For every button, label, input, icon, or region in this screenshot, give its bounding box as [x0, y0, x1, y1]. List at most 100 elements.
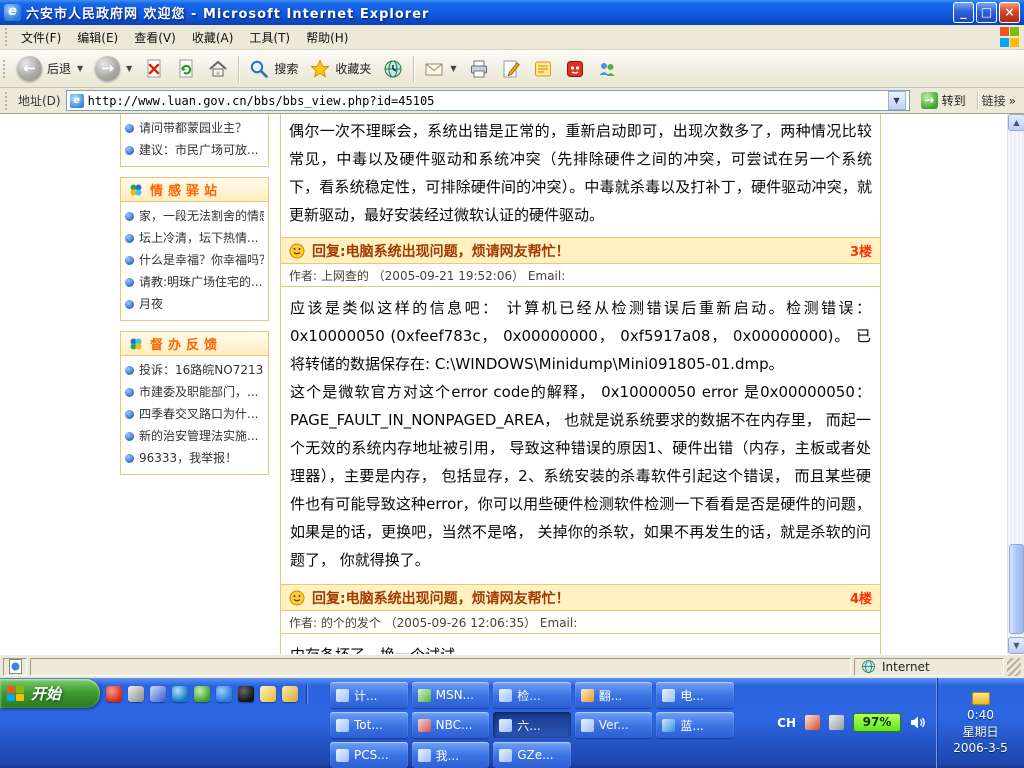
status-zone-pane: Internet [854, 658, 1004, 676]
menu-view[interactable]: 查看(V) [126, 25, 184, 50]
task-button[interactable]: 计... [330, 682, 408, 708]
forward-icon: → [95, 56, 120, 81]
mail-launcher-icon[interactable] [260, 686, 276, 702]
toolbar-grip[interactable] [3, 60, 7, 78]
go-button[interactable]: → 转到 [915, 90, 972, 111]
task-button[interactable]: 电... [656, 682, 734, 708]
volume-icon[interactable] [910, 715, 927, 730]
task-button[interactable]: 我... [412, 742, 490, 768]
mail-button[interactable]: ▼ [418, 56, 462, 82]
home-button[interactable] [202, 56, 234, 82]
forum-sidebar: 请问带都蒙园业主？ 建议：市民广场可放... 情感驿站 家，一段无法割舍的情感 … [120, 114, 269, 475]
task-label: GZe... [517, 748, 553, 762]
messenger-button[interactable] [591, 56, 623, 82]
scrollbar-thumb[interactable] [1009, 544, 1024, 634]
minimize-button[interactable]: _ [953, 2, 974, 23]
task-button[interactable]: Tot... [330, 712, 408, 738]
sidebar-link[interactable]: 建议：市民广场可放... [125, 139, 264, 161]
menu-file[interactable]: 文件(F) [13, 25, 69, 50]
task-button[interactable]: 检... [493, 682, 571, 708]
green-app-icon[interactable] [194, 686, 210, 702]
sidebar-link[interactable]: 市建委及职能部门，... [125, 381, 264, 403]
menubar-grip[interactable] [5, 28, 9, 46]
mail-icon [424, 59, 444, 79]
task-label: Ver... [599, 718, 629, 732]
save-disk-icon[interactable] [150, 686, 166, 702]
antivirus-tray-icon[interactable] [805, 715, 820, 730]
task-button[interactable]: GZe... [493, 742, 571, 768]
sidebar-link[interactable]: 请问带都蒙园业主？ [125, 117, 264, 139]
folder-launcher-icon[interactable] [282, 686, 298, 702]
sidebar-link[interactable]: 月夜 [125, 293, 264, 315]
discuss-button[interactable] [527, 56, 559, 82]
address-input[interactable]: e http://www.luan.gov.cn/bbs/bbs_view.ph… [66, 90, 910, 111]
menu-edit[interactable]: 编辑(E) [69, 25, 126, 50]
sidebar-link[interactable]: 四季春交叉路口为什... [125, 403, 264, 425]
sidebar-link[interactable]: 什么是幸福？你幸福吗？ [125, 249, 264, 271]
sidebar-top-box: 请问带都蒙园业主？ 建议：市民广场可放... [120, 114, 269, 167]
sidebar-link-label: 四季春交叉路口为什... [139, 403, 258, 425]
reply-body: 内存条坏了，换一个试试。 [281, 634, 880, 654]
maximize-button[interactable]: □ [976, 2, 997, 23]
sidebar-section-emotion: 情感驿站 [120, 177, 269, 202]
task-button[interactable]: MSN... [412, 682, 490, 708]
status-message-pane [30, 658, 851, 676]
task-button[interactable]: Ver... [575, 712, 653, 738]
sidebar-link[interactable]: 96333，我举报！ [125, 447, 264, 469]
sidebar-link[interactable]: 新的治安管理法实施... [125, 425, 264, 447]
sidebar-link[interactable]: 投诉：16路皖NO7213... [125, 359, 264, 381]
task-button[interactable]: NBC... [412, 712, 490, 738]
task-button[interactable]: 蓝... [656, 712, 734, 738]
bullet-icon [125, 124, 134, 133]
media-app-icon[interactable] [106, 686, 122, 702]
stop-button[interactable] [138, 56, 170, 82]
battery-indicator[interactable]: 97% [853, 713, 901, 732]
vertical-scrollbar[interactable]: ▲ ▼ [1007, 114, 1024, 654]
ime-indicator[interactable]: CH [777, 716, 796, 730]
resize-grip[interactable] [1007, 658, 1021, 676]
start-button[interactable]: 开始 [0, 679, 100, 708]
clock-area[interactable]: 0:40 星期日 2006-3-5 [936, 678, 1024, 768]
edit-button[interactable] [495, 56, 527, 82]
scroll-down-button[interactable]: ▼ [1008, 637, 1024, 654]
menu-tools[interactable]: 工具(T) [241, 25, 298, 50]
ie-launcher-icon[interactable] [216, 686, 232, 702]
search-button[interactable]: 搜索 [243, 56, 304, 82]
favorites-button[interactable]: 收藏夹 [304, 56, 377, 82]
reply-title: 回复:电脑系统出现问题，烦请网友帮忙！ [312, 588, 843, 608]
sidebar-section-emotion-links: 家，一段无法割舍的情感 坛上冷清，坛下热情... 什么是幸福？你幸福吗？ 请教:… [120, 202, 269, 321]
reply-header: 回复:电脑系统出现问题，烦请网友帮忙！ 3楼 [281, 237, 880, 264]
sidebar-link-label: 月夜 [139, 293, 163, 315]
ie-window-icon: e [4, 4, 21, 21]
app-icon [581, 719, 594, 732]
sidebar-link-label: 市建委及职能部门，... [139, 381, 258, 403]
app-icon [418, 689, 431, 702]
keyboard-tray-icon[interactable] [829, 715, 844, 730]
task-button[interactable]: 翻... [575, 682, 653, 708]
show-desktop-icon[interactable] [128, 686, 144, 702]
address-url[interactable]: http://www.luan.gov.cn/bbs/bbs_view.php?… [88, 94, 884, 108]
close-button[interactable]: × [999, 2, 1020, 23]
qq-penguin-icon[interactable] [238, 686, 254, 702]
forum-thread: 偶尔一次不理睬会，系统出错是正常的，重新启动即可，出现次数多了，两种情况比较常见… [280, 114, 881, 654]
section-title: 情感驿站 [150, 180, 222, 199]
sidebar-link[interactable]: 坛上冷清，坛下热情... [125, 227, 264, 249]
task-button[interactable]: PCS... [330, 742, 408, 768]
media-player-icon[interactable] [172, 686, 188, 702]
sidebar-link[interactable]: 家，一段无法割舍的情感 [125, 205, 264, 227]
history-button[interactable] [377, 56, 409, 82]
forward-button[interactable]: → ▼ [89, 53, 138, 84]
task-button-active[interactable]: 六... [493, 712, 571, 738]
menu-help[interactable]: 帮助(H) [298, 25, 356, 50]
menu-favorites[interactable]: 收藏(A) [184, 25, 242, 50]
task-label: 检... [517, 687, 540, 704]
sidebar-link[interactable]: 请教:明珠广场住宅的... [125, 271, 264, 293]
addressbar-grip[interactable] [5, 92, 9, 110]
qq-button[interactable] [559, 56, 591, 82]
address-dropdown-button[interactable]: ▼ [888, 91, 906, 110]
back-button[interactable]: ← 后退 ▼ [11, 53, 89, 84]
refresh-button[interactable] [170, 56, 202, 82]
scroll-up-button[interactable]: ▲ [1008, 114, 1024, 131]
print-button[interactable] [463, 56, 495, 82]
links-bar[interactable]: 链接 » [977, 92, 1020, 109]
